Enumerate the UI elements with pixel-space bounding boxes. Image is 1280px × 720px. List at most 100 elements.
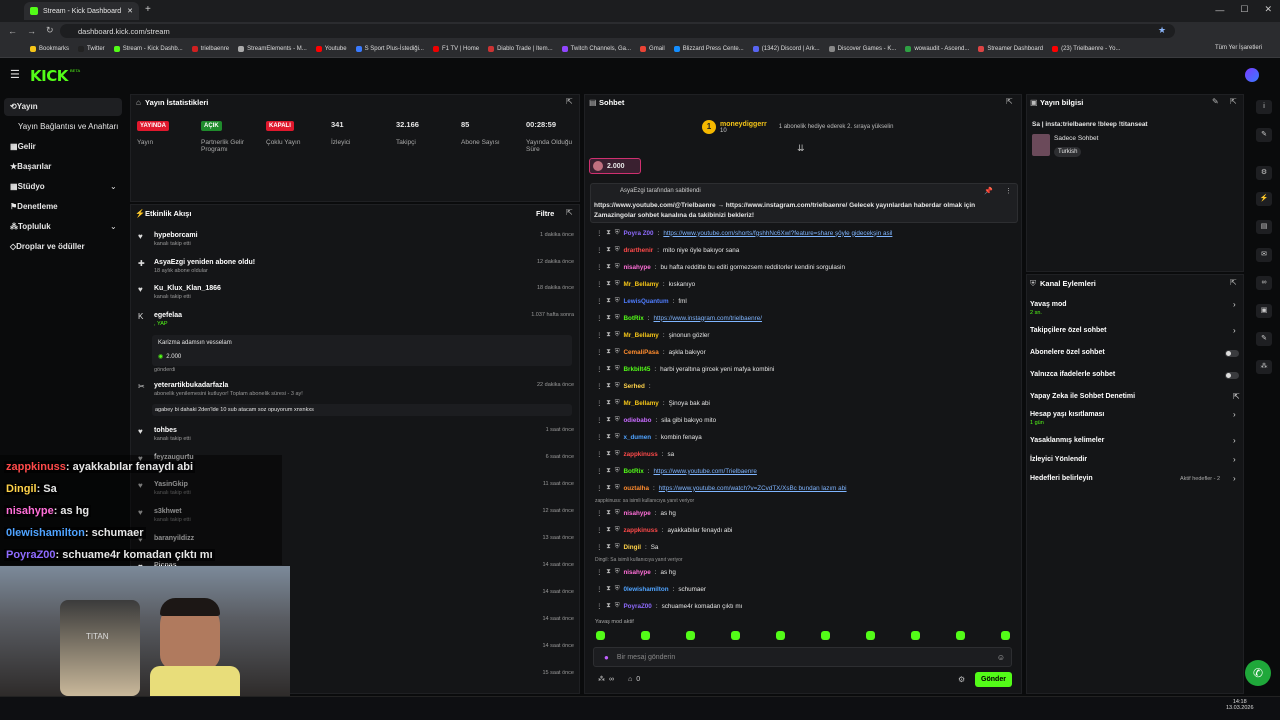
timeout-icon[interactable]: ⧗ bbox=[606, 585, 610, 593]
drag-icon[interactable]: ⋮ bbox=[596, 527, 602, 534]
timeout-icon[interactable]: ⧗ bbox=[606, 348, 610, 356]
channel-action[interactable]: Yavaş mod bbox=[1030, 301, 1067, 308]
bookmark-item[interactable]: Bookmarks bbox=[30, 46, 69, 52]
emote-icon[interactable] bbox=[866, 631, 875, 640]
bookmark-item[interactable]: S Sport Plus-İstediği... bbox=[355, 46, 424, 52]
chat-username[interactable]: nisahype bbox=[623, 569, 650, 576]
chat-username[interactable]: x_dumen bbox=[623, 434, 651, 441]
chevron-right-icon[interactable]: › bbox=[1233, 474, 1236, 483]
emote-icon[interactable] bbox=[911, 631, 920, 640]
timeout-icon[interactable]: ⧗ bbox=[606, 314, 610, 322]
send-button[interactable]: Gönder bbox=[975, 672, 1012, 687]
emote-icon[interactable] bbox=[1001, 631, 1010, 640]
timeout-icon[interactable]: ⧗ bbox=[606, 365, 610, 373]
toolbar-icon[interactable]: ⚡ bbox=[1256, 192, 1272, 206]
settings-icon[interactable]: ⚙ bbox=[958, 675, 965, 684]
bookmark-item[interactable]: F1 TV | Home bbox=[432, 46, 479, 52]
kicks-icon[interactable]: ● bbox=[604, 653, 609, 662]
bookmark-item[interactable]: Gmail bbox=[640, 46, 665, 52]
toolbar-icon[interactable]: ✎ bbox=[1256, 332, 1272, 346]
bookmark-star-icon[interactable]: ★ bbox=[1158, 25, 1166, 36]
drag-icon[interactable]: ⋮ bbox=[596, 366, 602, 373]
drag-icon[interactable]: ⋮ bbox=[596, 586, 602, 593]
toolbar-icon[interactable]: ✉ bbox=[1256, 248, 1272, 262]
minimize-icon[interactable]: — bbox=[1215, 5, 1224, 15]
channel-action[interactable]: Yapay Zeka ile Sohbet Denetimi bbox=[1030, 393, 1135, 400]
browser-tab[interactable]: Stream - Kick Dashboard ✕ bbox=[24, 2, 139, 20]
sidebar-item[interactable]: ⟲Yayın bbox=[10, 102, 38, 111]
chat-username[interactable]: ouztalha bbox=[623, 485, 649, 492]
drag-icon[interactable]: ⋮ bbox=[596, 298, 602, 305]
bookmark-item[interactable]: (23) Trielbaenre - Yo... bbox=[1052, 46, 1120, 52]
back-icon[interactable]: ← bbox=[8, 26, 17, 36]
emoji-icon[interactable]: ☺ bbox=[997, 653, 1005, 662]
toolbar-icon[interactable]: ▤ bbox=[1256, 220, 1272, 234]
drag-icon[interactable]: ⋮ bbox=[596, 603, 602, 610]
filter-button[interactable]: Filtre bbox=[536, 209, 554, 218]
timeout-icon[interactable]: ⧗ bbox=[606, 509, 610, 517]
timeout-icon[interactable]: ⧗ bbox=[606, 433, 610, 441]
bookmark-item[interactable]: Discover Games - K... bbox=[828, 46, 896, 52]
chat-username[interactable]: zappkinuss bbox=[623, 527, 657, 534]
new-tab-icon[interactable]: + bbox=[145, 4, 151, 15]
channel-action[interactable]: Yasaklanmış kelimeler bbox=[1030, 437, 1104, 444]
kicks-pill[interactable]: 2.000 bbox=[589, 158, 641, 174]
chat-username[interactable]: Brkbilt45 bbox=[623, 366, 650, 373]
chat-username[interactable]: Mr_Bellamy bbox=[623, 332, 658, 339]
drag-icon[interactable]: ⋮ bbox=[596, 247, 602, 254]
sidebar-item[interactable]: ⁂Topluluk bbox=[10, 222, 51, 231]
timeout-icon[interactable]: ⧗ bbox=[606, 280, 610, 288]
chat-username[interactable]: odiebabo bbox=[623, 417, 651, 424]
emote-icon[interactable] bbox=[686, 631, 695, 640]
toggle[interactable] bbox=[1225, 350, 1239, 357]
emote-icon[interactable] bbox=[641, 631, 650, 640]
toolbar-icon[interactable]: i bbox=[1256, 100, 1272, 114]
emote-icon[interactable] bbox=[821, 631, 830, 640]
bookmark-item[interactable]: wowaudit - Ascend... bbox=[905, 46, 969, 52]
drag-icon[interactable]: ⋮ bbox=[596, 349, 602, 356]
chevron-right-icon[interactable]: › bbox=[1233, 410, 1236, 419]
chevron-down-icon[interactable]: ⌄ bbox=[110, 222, 117, 231]
chat-username[interactable]: nisahype bbox=[623, 264, 650, 271]
sidebar-item[interactable]: ▦Gelir bbox=[10, 142, 36, 151]
users-icon[interactable]: ⁂ bbox=[598, 675, 605, 683]
avatar[interactable] bbox=[1245, 68, 1259, 82]
chevron-right-icon[interactable]: › bbox=[1233, 436, 1236, 445]
timeout-icon[interactable]: ⧗ bbox=[606, 484, 610, 492]
drag-icon[interactable]: ⋮ bbox=[596, 315, 602, 322]
chat-username[interactable]: LewisQuantum bbox=[623, 298, 668, 305]
collapse-icon[interactable]: ⇊ bbox=[797, 143, 805, 154]
all-bookmarks-link[interactable]: Tüm Yer İşaretleri bbox=[1215, 45, 1262, 51]
timeout-icon[interactable]: ⧗ bbox=[606, 467, 610, 475]
close-window-icon[interactable]: ✕ bbox=[1264, 4, 1272, 15]
toggle[interactable] bbox=[1225, 372, 1239, 379]
channel-action[interactable]: Takipçilere özel sohbet bbox=[1030, 327, 1107, 334]
timeout-icon[interactable]: ⧗ bbox=[606, 526, 610, 534]
timeout-icon[interactable]: ⧗ bbox=[606, 382, 610, 390]
timeout-icon[interactable]: ⧗ bbox=[606, 246, 610, 254]
chat-username[interactable]: BotRix bbox=[623, 315, 643, 322]
drag-icon[interactable]: ⋮ bbox=[596, 281, 602, 288]
sidebar-item[interactable]: Yayın Bağlantısı ve Anahtarı bbox=[18, 122, 118, 131]
popout-icon[interactable]: ⇱ bbox=[566, 97, 573, 106]
bookmark-item[interactable]: Stream - Kick Dashb... bbox=[113, 46, 183, 52]
popout-icon[interactable]: ⇱ bbox=[1230, 97, 1237, 106]
toolbar-icon[interactable]: ✎ bbox=[1256, 128, 1272, 142]
emote-icon[interactable] bbox=[956, 631, 965, 640]
bookmark-item[interactable]: Blizzard Press Cente... bbox=[673, 46, 744, 52]
drag-icon[interactable]: ⋮ bbox=[596, 434, 602, 441]
timeout-icon[interactable]: ⧗ bbox=[606, 263, 610, 271]
emote-icon[interactable] bbox=[776, 631, 785, 640]
gift-icon[interactable]: ⌂ bbox=[628, 676, 632, 683]
timeout-icon[interactable]: ⧗ bbox=[606, 416, 610, 424]
chevron-down-icon[interactable]: ⌄ bbox=[110, 182, 117, 191]
chat-username[interactable]: Poyra Z00 bbox=[623, 230, 653, 237]
bookmark-item[interactable]: Twitter bbox=[78, 46, 105, 52]
bookmark-item[interactable]: Diablo Trade | Item... bbox=[488, 46, 553, 52]
bookmark-item[interactable]: Twitch Channels, Ga... bbox=[561, 46, 631, 52]
bookmark-item[interactable]: StreamElements - M... bbox=[238, 46, 307, 52]
channel-action[interactable]: Yalnızca ifadelerle sohbet bbox=[1030, 371, 1115, 378]
message-input[interactable]: ● Bir mesaj gönderin ☺ bbox=[593, 647, 1012, 667]
popout-icon[interactable]: ⇱ bbox=[1230, 278, 1237, 287]
drag-icon[interactable]: ⋮ bbox=[596, 230, 602, 237]
